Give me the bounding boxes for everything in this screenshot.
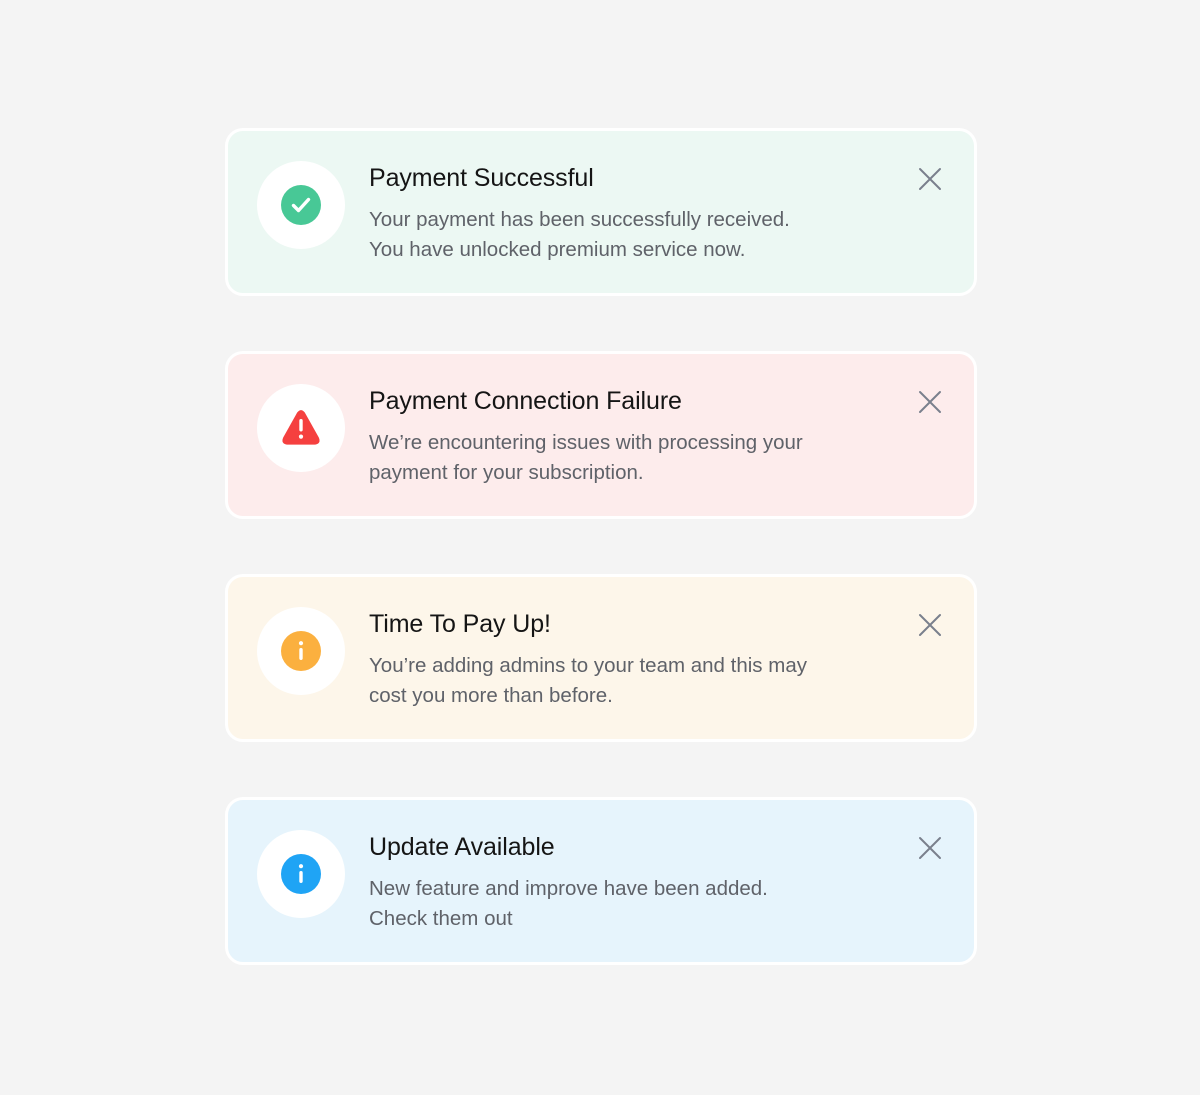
close-button[interactable] (915, 610, 945, 640)
toast-title: Update Available (369, 833, 555, 861)
close-icon (919, 614, 941, 636)
toast-error: Payment Connection Failure We’re encount… (225, 351, 977, 519)
message-line: Check them out (369, 907, 513, 930)
icon-container (257, 161, 345, 249)
info-circle-icon (281, 854, 321, 894)
toast-success: Payment Successful Your payment has been… (225, 128, 977, 296)
message-line: payment for your subscription. (369, 461, 644, 484)
toast-message: We’re encountering issues with processin… (369, 428, 889, 488)
close-button[interactable] (915, 387, 945, 417)
close-icon (919, 837, 941, 859)
message-line: Your payment has been successfully recei… (369, 208, 790, 231)
toast-message: You’re adding admins to your team and th… (369, 651, 889, 711)
close-button[interactable] (915, 164, 945, 194)
alert-triangle-icon (282, 410, 320, 445)
close-icon (919, 168, 941, 190)
toast-warning: Time To Pay Up! You’re adding admins to … (225, 574, 977, 742)
toast-title: Time To Pay Up! (369, 610, 551, 638)
close-button[interactable] (915, 833, 945, 863)
toast-message: New feature and improve have been added.… (369, 874, 889, 934)
close-icon (919, 391, 941, 413)
message-line: New feature and improve have been added. (369, 877, 768, 900)
icon-container (257, 830, 345, 918)
message-line: cost you more than before. (369, 684, 613, 707)
toast-message: Your payment has been successfully recei… (369, 205, 889, 265)
icon-container (257, 607, 345, 695)
icon-container (257, 384, 345, 472)
toast-info: Update Available New feature and improve… (225, 797, 977, 965)
info-circle-icon (281, 631, 321, 671)
check-circle-icon (281, 185, 321, 225)
toast-title: Payment Connection Failure (369, 387, 682, 415)
message-line: We’re encountering issues with processin… (369, 431, 803, 454)
toast-title: Payment Successful (369, 164, 594, 192)
message-line: You’re adding admins to your team and th… (369, 654, 807, 677)
message-line: You have unlocked premium service now. (369, 238, 746, 261)
